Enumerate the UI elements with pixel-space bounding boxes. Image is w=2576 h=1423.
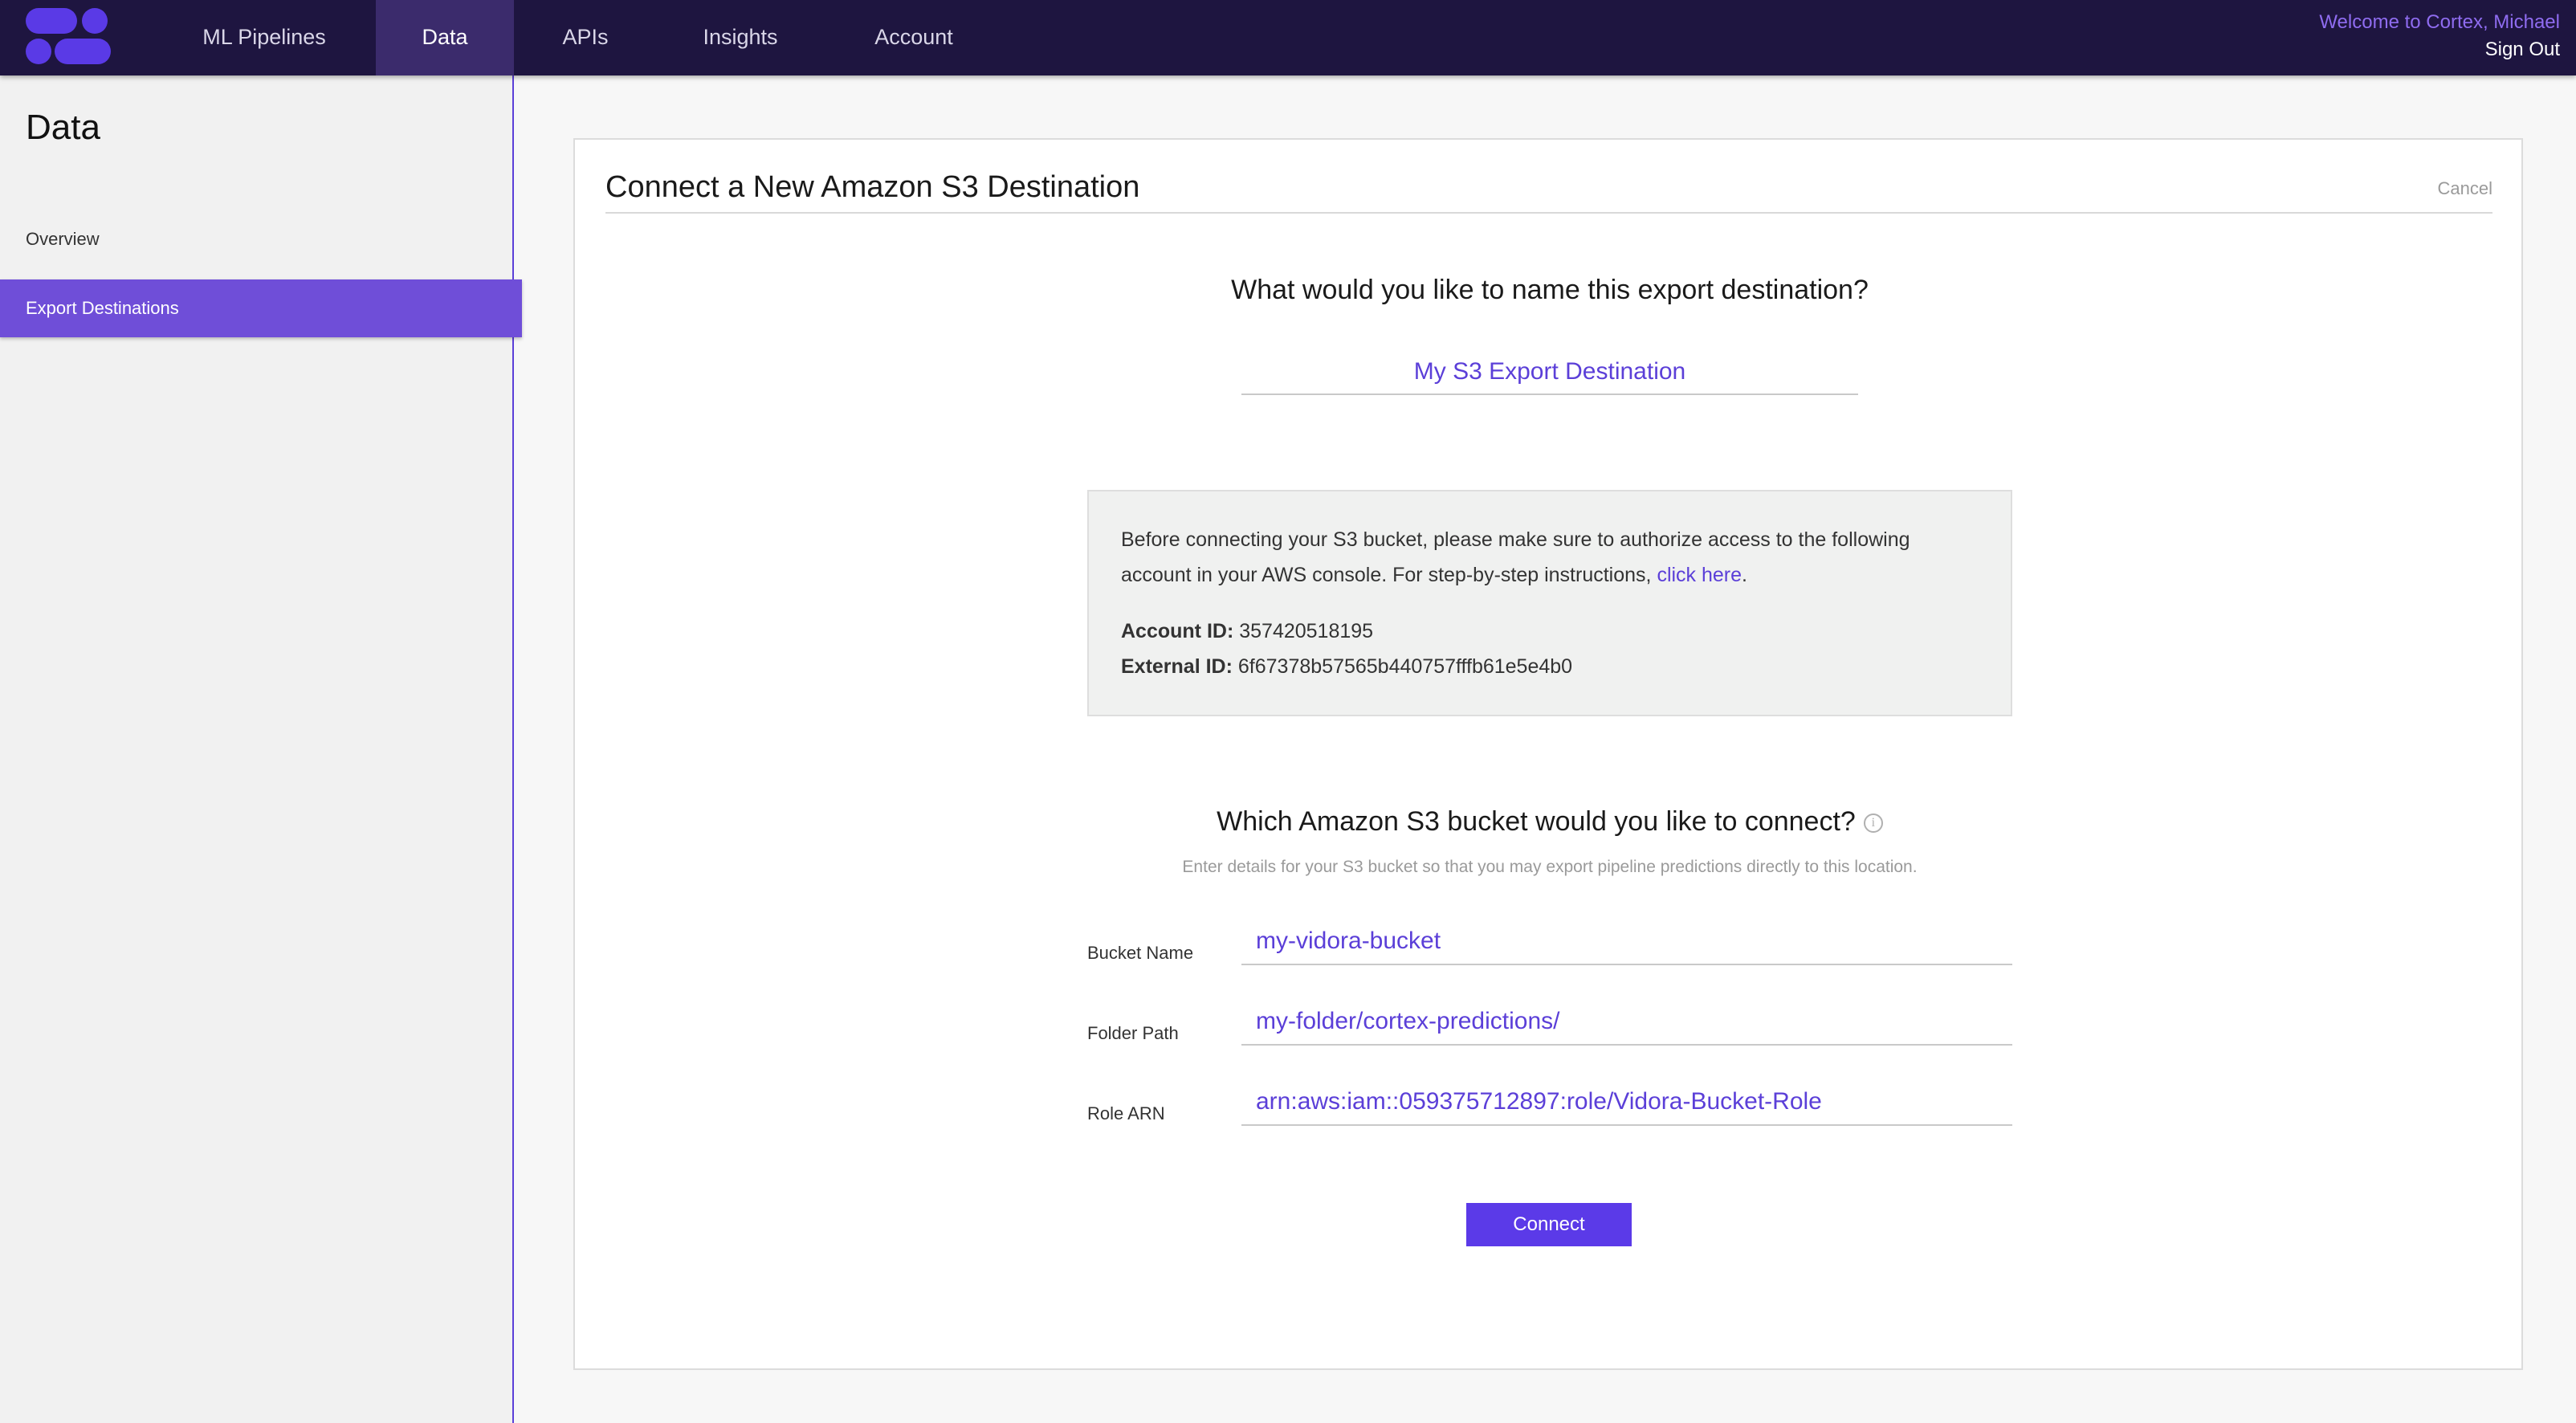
account-id-value: 357420518195 [1239,620,1374,642]
bucket-subtext: Enter details for your S3 bucket so that… [1182,858,1918,876]
sidebar-item-export-destinations[interactable]: Export Destinations [0,279,522,337]
cancel-button[interactable]: Cancel [2438,178,2492,199]
account-id-row: Account ID: 357420518195 [1121,614,1979,649]
connect-button[interactable]: Connect [1466,1203,1632,1246]
nav-insights[interactable]: Insights [675,0,806,75]
cortex-logo[interactable] [26,8,111,64]
external-id-value: 6f67378b57565b440757fffb61e5e4b0 [1237,655,1573,678]
nav-data[interactable]: Data [376,0,514,75]
role-arn-label: Role ARN [1087,1103,1165,1123]
name-question: What would you like to name this export … [1231,275,1869,305]
authorization-text: Before connecting your S3 bucket, please… [1121,528,1910,586]
logo-icon [26,8,111,64]
sign-out-link[interactable]: Sign Out [2485,39,2560,61]
page-title: Connect a New Amazon S3 Destination [605,170,1140,204]
external-id-label: External ID: [1121,655,1233,678]
bucket-question-text: Which Amazon S3 bucket would you like to… [1217,806,1856,837]
sidebar: Data Overview Data Sources Export Destin… [0,75,522,1423]
destination-name-input[interactable] [1241,350,1858,395]
folder-path-input[interactable] [1241,999,2012,1046]
click-here-link[interactable]: click here [1657,564,1742,586]
folder-path-label: Folder Path [1087,1023,1179,1043]
connect-s3-card: Connect a New Amazon S3 Destination Canc… [573,138,2523,1370]
authorization-info-box: Before connecting your S3 bucket, please… [1087,490,2012,716]
nav-ml-pipelines[interactable]: ML Pipelines [172,0,357,75]
info-icon[interactable]: i [1863,813,1883,834]
sidebar-item-overview[interactable]: Overview [0,210,514,268]
bucket-question: Which Amazon S3 bucket would you like to… [575,806,2525,838]
bucket-name-input[interactable] [1241,919,2012,965]
card-header: Connect a New Amazon S3 Destination Canc… [605,164,2492,214]
account-id-label: Account ID: [1121,620,1234,642]
link-suffix: . [1742,564,1747,586]
welcome-message: Welcome to Cortex, Michael [2319,11,2560,33]
role-arn-input[interactable] [1241,1079,2012,1126]
nav-account[interactable]: Account [848,0,980,75]
top-nav-bar: ML Pipelines Data APIs Insights Account … [0,0,2576,75]
external-id-row: External ID: 6f67378b57565b440757fffb61e… [1121,649,1979,684]
sidebar-title: Data [26,108,100,147]
authorization-instructions: Before connecting your S3 bucket, please… [1121,522,1979,593]
nav-apis[interactable]: APIs [533,0,638,75]
bucket-name-label: Bucket Name [1087,943,1194,963]
